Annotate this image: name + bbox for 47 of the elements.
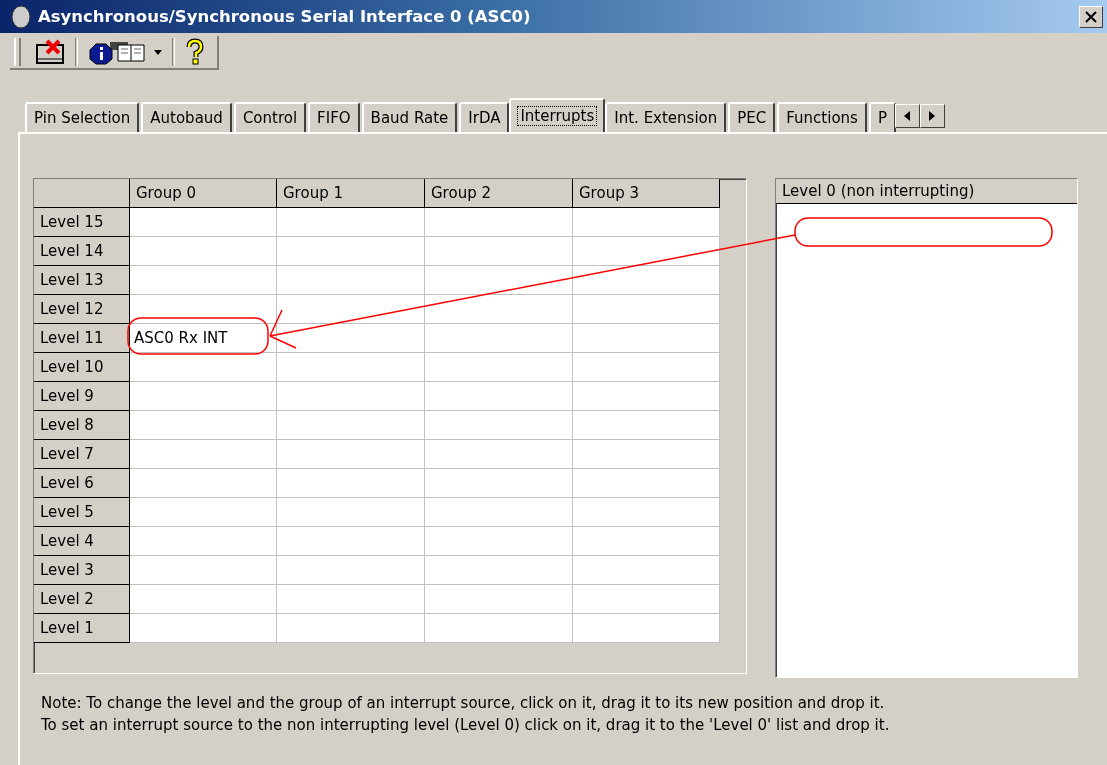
row-header: Level 14 [34, 237, 130, 266]
left-triangle-icon [904, 111, 911, 121]
close-document-icon [35, 39, 65, 65]
column-header: Group 2 [425, 179, 573, 208]
list-header: Level 0 (non interrupting) [776, 179, 1077, 204]
window-title: Asynchronous/Synchronous Serial Interface 0 (ASC0) [38, 7, 532, 26]
tab[interactable]: Pin Selection [25, 102, 140, 132]
close-icon [1085, 10, 1097, 23]
tab[interactable]: P [868, 102, 896, 132]
tab-scroll-right-button[interactable] [919, 104, 945, 128]
row-header: Level 4 [34, 527, 130, 556]
info-book-icon [88, 39, 148, 65]
row-header: Level 7 [34, 440, 130, 469]
column-header: Group 0 [130, 179, 277, 208]
tab[interactable]: IrDA [459, 102, 510, 132]
row-header: Level 8 [34, 411, 130, 440]
tab[interactable]: PEC [728, 102, 776, 132]
column-header: Group 1 [277, 179, 425, 208]
row-header: Level 10 [34, 353, 130, 382]
row-header: Level 2 [34, 585, 130, 614]
close-button[interactable] [1079, 5, 1103, 28]
column-header: Group 3 [573, 179, 720, 208]
tab[interactable]: Interrupts [509, 98, 606, 132]
row-header: Level 11 [34, 324, 130, 353]
tab-scroll-left-button[interactable] [894, 104, 920, 128]
toolbar-grip[interactable] [14, 38, 21, 66]
row-header: Level 12 [34, 295, 130, 324]
tab[interactable]: FIFO [308, 102, 360, 132]
row-header: Level 13 [34, 266, 130, 295]
tab[interactable]: Functions [777, 102, 867, 132]
level-0-list[interactable]: Level 0 (non interrupting) [775, 178, 1078, 678]
close-tool-button[interactable] [33, 37, 67, 67]
right-triangle-icon [929, 111, 936, 121]
tab[interactable]: Control [233, 102, 307, 132]
row-header: Level 3 [34, 556, 130, 585]
tab[interactable]: Baud Rate [361, 102, 458, 132]
row-header: Level 6 [34, 469, 130, 498]
note-text: To set an interrupt source to the non interrupting level (Level 0) click on it, drag it to the 'Level 0' list and drop it. [41, 715, 891, 736]
row-header: Level 9 [34, 382, 130, 411]
row-header: Level 15 [34, 208, 130, 237]
row-header: Level 1 [34, 614, 130, 643]
note-text: Note: To change the level and the group of an interrupt source, click on it, drag it to its new position and drop it. [41, 693, 886, 714]
table-cell[interactable]: ASC0 Rx INT [130, 324, 277, 353]
tab[interactable]: Autobaud [141, 102, 232, 132]
row-header: Level 5 [34, 498, 130, 527]
tab[interactable]: Int. Extension [605, 102, 727, 132]
help-icon [185, 38, 205, 66]
